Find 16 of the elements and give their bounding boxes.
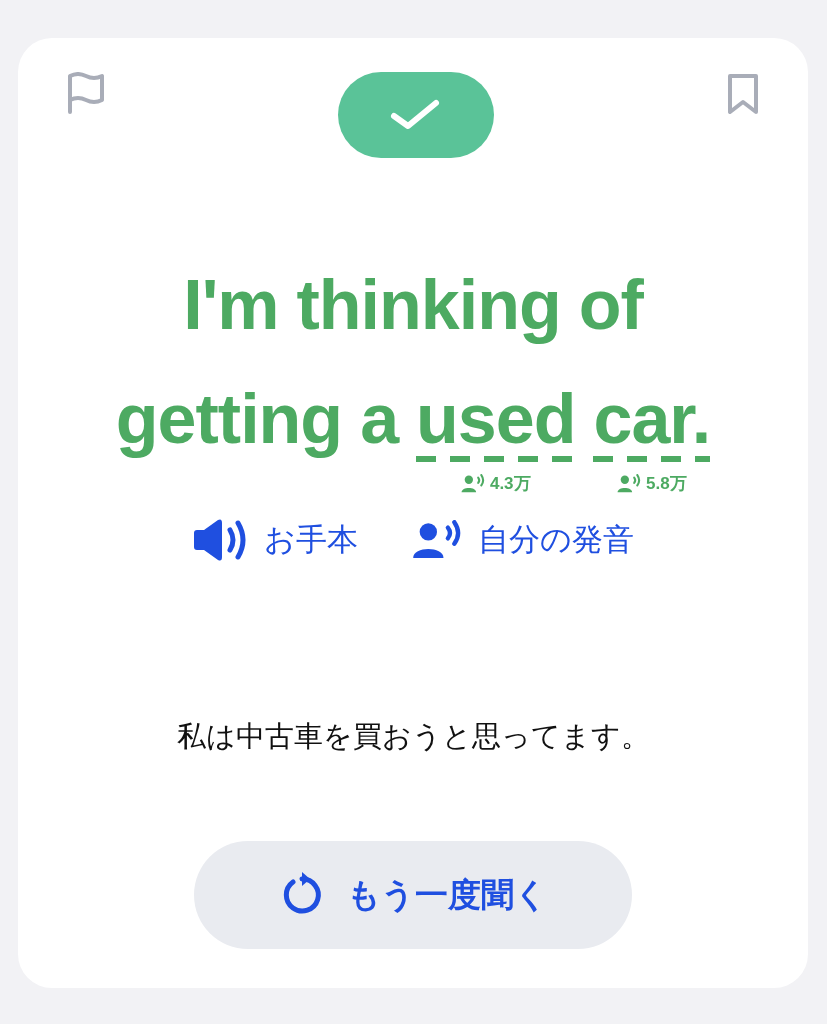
replay-button[interactable]: もう一度聞く <box>194 840 632 949</box>
voice-icon <box>617 474 641 493</box>
flag-button[interactable] <box>66 72 106 114</box>
voice-icon <box>460 474 485 493</box>
model-audio-button[interactable]: お手本 <box>192 516 358 564</box>
sentence-word: of <box>578 270 643 340</box>
translation-text: 私は中古車を買おうと思ってます。 <box>175 719 651 755</box>
count-text: 4.3万 <box>489 474 531 492</box>
sentence-word: I'm <box>183 270 279 340</box>
bookmark-button[interactable] <box>726 72 760 116</box>
check-icon <box>390 98 442 132</box>
speaker-icon <box>192 518 248 561</box>
my-recording-button[interactable]: 自分の発音 <box>412 516 634 564</box>
voice-icon <box>412 520 462 560</box>
count-text: 5.8万 <box>646 474 687 492</box>
sentence-word: a <box>360 384 399 454</box>
